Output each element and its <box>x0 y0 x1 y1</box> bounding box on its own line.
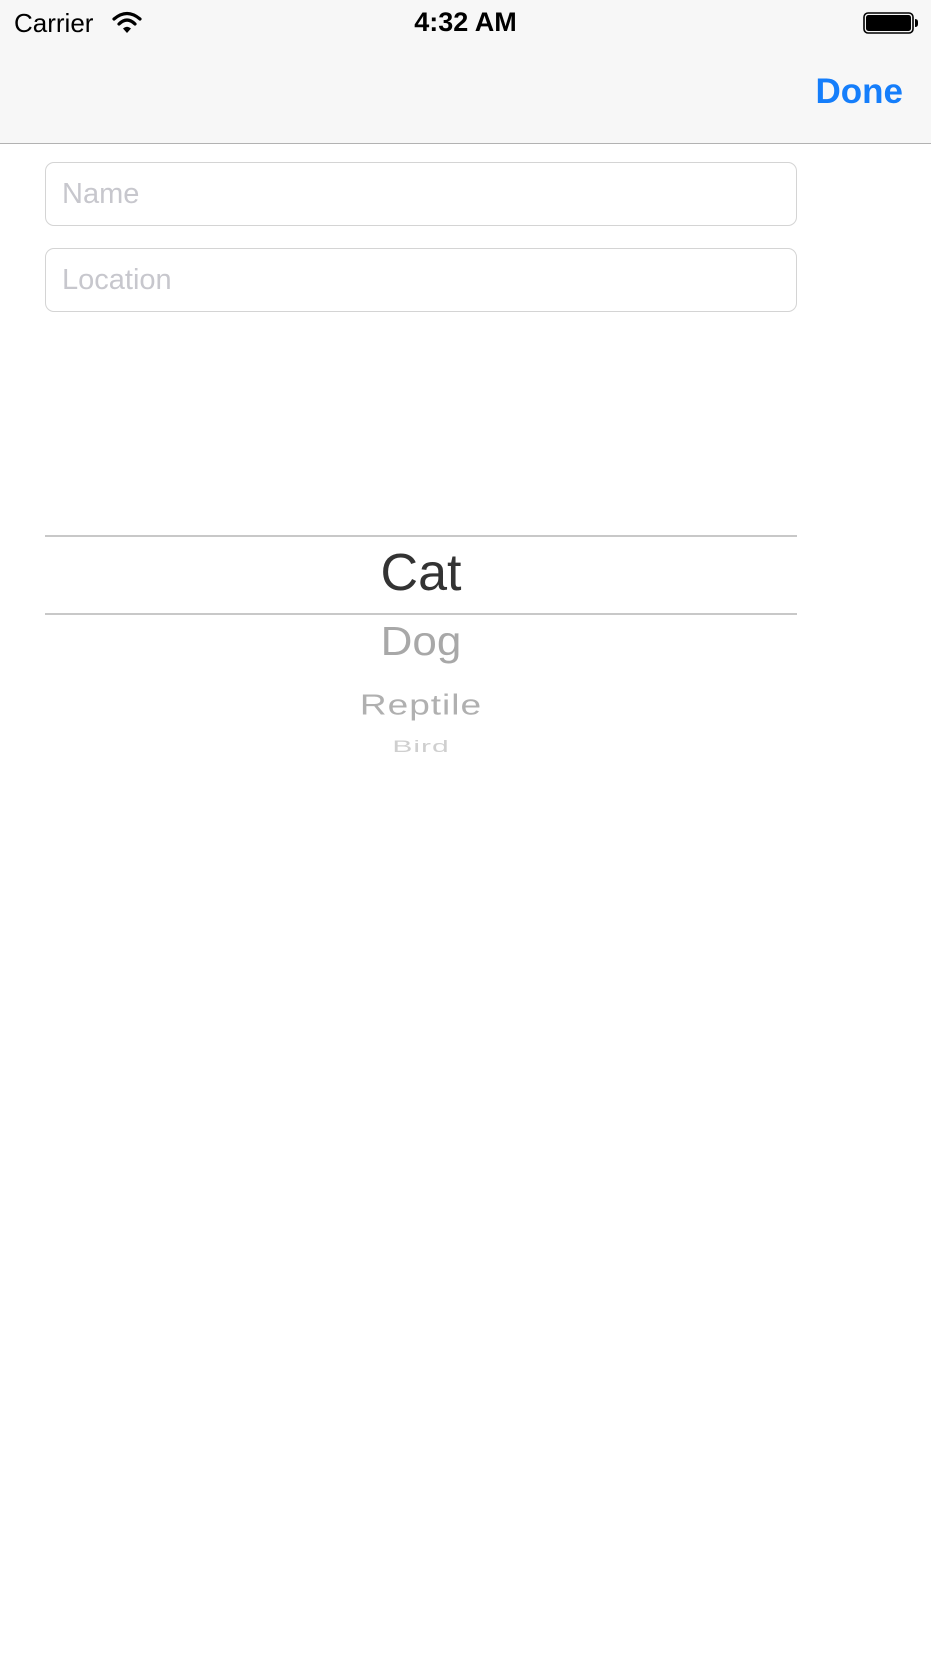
picker-option[interactable]: Reptile <box>45 689 797 722</box>
picker-option-selected[interactable]: Cat <box>45 543 797 603</box>
clock: 4:32 AM <box>414 7 517 37</box>
status-bar: Carrier 4:32 AM <box>0 0 931 46</box>
picker-selection-bottom-line <box>45 613 797 615</box>
picker-option[interactable]: Dog <box>45 619 797 665</box>
picker-option[interactable]: Bird <box>45 738 797 757</box>
animal-picker[interactable]: Cat Dog Reptile Bird <box>45 330 797 820</box>
navigation-bar: Done <box>0 46 931 144</box>
location-field[interactable] <box>45 248 797 312</box>
done-button[interactable]: Done <box>816 72 904 112</box>
name-field[interactable] <box>45 162 797 226</box>
picker-selection-top-line <box>45 535 797 537</box>
battery-full-icon <box>863 12 919 34</box>
